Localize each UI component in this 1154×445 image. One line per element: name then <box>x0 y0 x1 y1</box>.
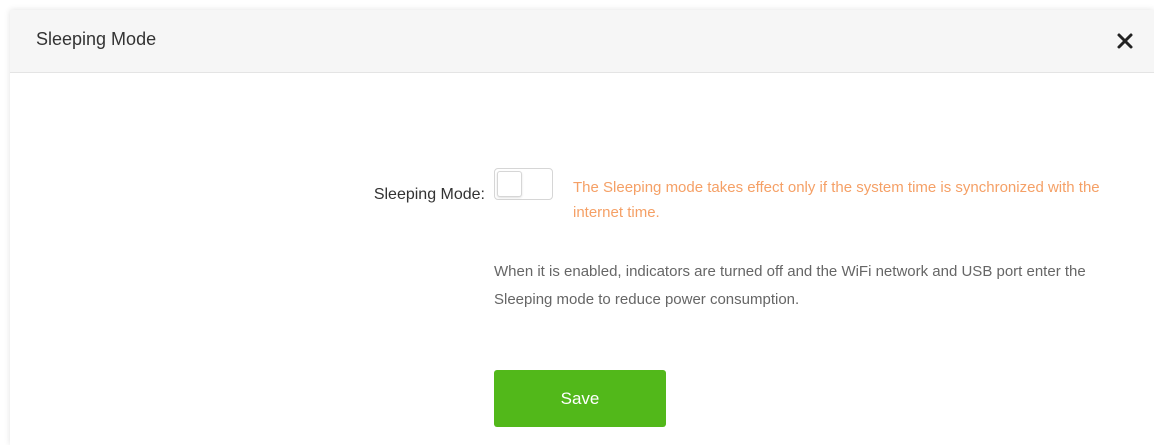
sync-warning-text: The Sleeping mode takes effect only if t… <box>573 179 1100 221</box>
sleeping-mode-description: When it is enabled, indicators are turne… <box>494 263 1086 308</box>
dialog-title: Sleeping Mode <box>36 29 157 49</box>
close-icon[interactable] <box>1114 30 1136 52</box>
dialog-header: Sleeping Mode <box>10 10 1154 73</box>
sleeping-mode-dialog: Sleeping Mode Sleeping Mode: The Sleepin… <box>10 10 1154 445</box>
sleeping-mode-label: Sleeping Mode: <box>373 186 485 203</box>
save-button[interactable]: Save <box>494 370 666 427</box>
toggle-knob <box>497 171 522 197</box>
sleeping-mode-toggle[interactable] <box>494 168 553 200</box>
